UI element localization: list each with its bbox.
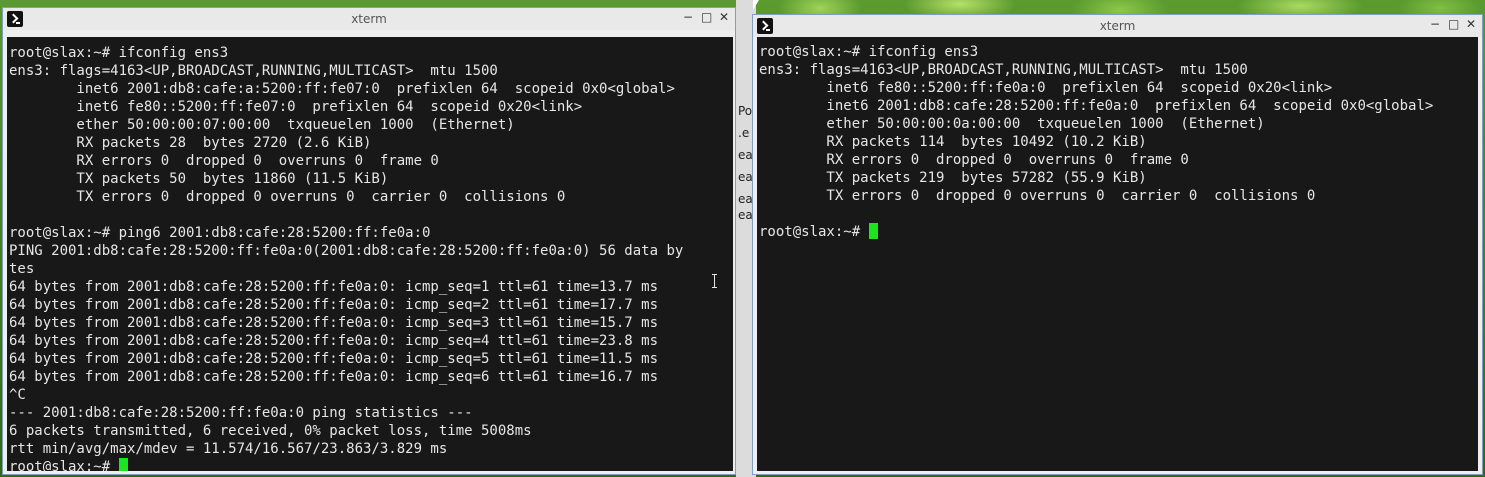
terminal-line: ens3: flags=4163<UP,BROADCAST,RUNNING,MU…	[9, 63, 498, 79]
terminal-line: --- 2001:db8:cafe:28:5200:ff:fe0a:0 ping…	[9, 405, 473, 421]
shell-prompt: root@slax:~#	[759, 224, 869, 240]
mouse-pointer-icon	[753, 0, 759, 10]
terminal-line: PING 2001:db8:cafe:28:5200:ff:fe0a:0(200…	[9, 243, 684, 259]
terminal-prompt-line[interactable]: root@slax:~#	[759, 223, 1478, 241]
background-text-fragment: ea	[738, 148, 753, 162]
background-text-fragment: ea	[738, 192, 753, 206]
terminal-line: TX errors 0 dropped 0 overruns 0 carrier…	[759, 188, 1316, 204]
terminal-prompt-line[interactable]: root@slax:~#	[9, 458, 733, 471]
terminal-line: inet6 2001:db8:cafe:28:5200:ff:fe0a:0 pr…	[759, 98, 1434, 114]
minimize-button[interactable]: −	[683, 10, 693, 24]
terminal-line: rtt min/avg/max/mdev = 11.574/16.567/23.…	[9, 441, 448, 457]
window-titlebar[interactable]: xterm − □ ✕	[753, 15, 1482, 37]
maximize-button[interactable]: □	[701, 10, 712, 24]
window-title: xterm	[1099, 19, 1136, 33]
terminal-line: TX errors 0 dropped 0 overruns 0 carrier…	[9, 189, 566, 205]
background-text-fragment: Po	[738, 104, 753, 118]
terminal-line: 64 bytes from 2001:db8:cafe:28:5200:ff:f…	[9, 279, 659, 295]
text-cursor-ibeam-icon	[712, 274, 717, 288]
terminal-line: RX errors 0 dropped 0 overruns 0 frame 0	[759, 152, 1189, 168]
terminal-line: ^C	[9, 387, 26, 403]
terminal-line: RX errors 0 dropped 0 overruns 0 frame 0	[9, 153, 439, 169]
terminal-line: TX packets 50 bytes 11860 (11.5 KiB)	[9, 171, 389, 187]
terminal-line: root@slax:~# ping6 2001:db8:cafe:28:5200…	[9, 225, 431, 241]
terminal-line: 64 bytes from 2001:db8:cafe:28:5200:ff:f…	[9, 315, 659, 331]
terminal-output[interactable]: root@slax:~# ifconfig ens3 ens3: flags=41…	[7, 37, 733, 471]
terminal-line: 64 bytes from 2001:db8:cafe:28:5200:ff:f…	[9, 351, 659, 367]
xterm-window-left[interactable]: xterm − □ ✕ root@slax:~# ifconfig ens3 en…	[2, 7, 736, 475]
terminal-line: RX packets 28 bytes 2720 (2.6 KiB)	[9, 135, 372, 151]
window-titlebar[interactable]: xterm − □ ✕	[3, 8, 735, 30]
terminal-line: ether 50:00:00:07:00:00 txqueuelen 1000 …	[9, 117, 515, 133]
terminal-line: root@slax:~# ifconfig ens3	[759, 44, 979, 60]
background-text-fragment: .e	[738, 126, 750, 140]
terminal-line: inet6 fe80::5200:ff:fe0a:0 prefixlen 64 …	[759, 80, 1333, 96]
terminal-line: inet6 fe80::5200:ff:fe07:0 prefixlen 64 …	[9, 99, 583, 115]
terminal-line: 64 bytes from 2001:db8:cafe:28:5200:ff:f…	[9, 333, 659, 349]
terminal-line: tes	[9, 261, 35, 277]
maximize-button[interactable]: □	[1448, 17, 1459, 31]
xterm-window-right[interactable]: xterm − □ ✕ root@slax:~# ifconfig ens3 en…	[752, 14, 1483, 475]
terminal-line: ether 50:00:00:0a:00:00 txqueuelen 1000 …	[759, 116, 1265, 132]
terminal-line: inet6 2001:db8:cafe:a:5200:ff:fe07:0 pre…	[9, 81, 675, 97]
terminal-line: 64 bytes from 2001:db8:cafe:28:5200:ff:f…	[9, 297, 659, 313]
terminal-line: TX packets 219 bytes 57282 (55.9 KiB)	[759, 170, 1147, 186]
background-text-fragment: ea	[738, 208, 753, 222]
terminal-cursor[interactable]	[118, 458, 128, 471]
terminal-line: root@slax:~# ifconfig ens3	[9, 45, 229, 61]
shell-prompt: root@slax:~#	[9, 459, 119, 471]
close-button[interactable]: ✕	[1466, 17, 1476, 31]
terminal-cursor[interactable]	[868, 223, 878, 239]
minimize-button[interactable]: −	[1430, 17, 1440, 31]
terminal-line: ens3: flags=4163<UP,BROADCAST,RUNNING,MU…	[759, 62, 1248, 78]
terminal-line: RX packets 114 bytes 10492 (10.2 KiB)	[759, 134, 1147, 150]
close-button[interactable]: ✕	[719, 10, 729, 24]
terminal-line: 6 packets transmitted, 6 received, 0% pa…	[9, 423, 532, 439]
terminal-line: 64 bytes from 2001:db8:cafe:28:5200:ff:f…	[9, 369, 659, 385]
terminal-output[interactable]: root@slax:~# ifconfig ens3 ens3: flags=41…	[757, 37, 1478, 471]
background-text-fragment: ea	[738, 170, 753, 184]
window-title: xterm	[351, 12, 387, 26]
